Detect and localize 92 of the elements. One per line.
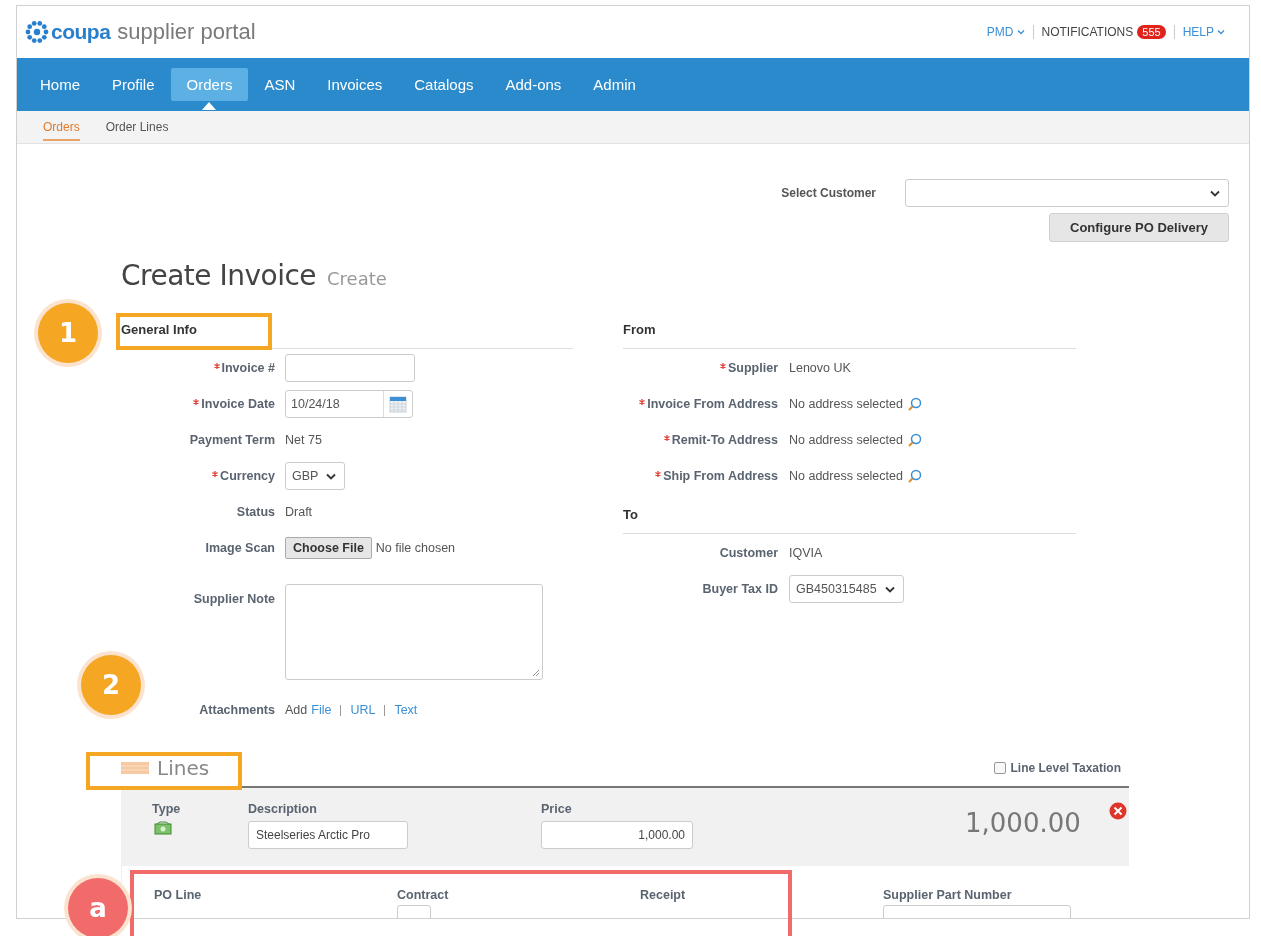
chevron-icon bbox=[1016, 29, 1025, 35]
field-label: Invoice Date bbox=[201, 397, 275, 411]
field-label: Currency bbox=[220, 469, 275, 483]
nav-tab[interactable]: Invoices bbox=[311, 68, 399, 101]
add-text: Add bbox=[285, 703, 308, 717]
field-label: Image Scan bbox=[205, 541, 275, 555]
line-total: 1,000.00 bbox=[965, 808, 1081, 838]
attachment-link[interactable]: URL bbox=[350, 703, 376, 717]
calendar-icon[interactable] bbox=[389, 395, 407, 413]
note-field[interactable] bbox=[285, 584, 543, 680]
nav-tab[interactable]: Catalogs bbox=[398, 68, 490, 101]
field-value: Net 75 bbox=[285, 433, 322, 447]
chevron-icon bbox=[1217, 29, 1225, 35]
field-value: No address selected bbox=[789, 397, 903, 411]
field-label: Supplier bbox=[728, 361, 778, 375]
field-value: IQVIA bbox=[789, 546, 823, 560]
logo-icon bbox=[25, 20, 49, 44]
magnifier-icon[interactable] bbox=[906, 396, 922, 412]
callout-badge: 1 bbox=[38, 303, 98, 363]
field-value: Draft bbox=[285, 505, 313, 519]
field-label: Ship From Address bbox=[663, 469, 778, 483]
field-value: Lenovo UK bbox=[789, 361, 851, 375]
select-field[interactable]: GBP bbox=[285, 462, 346, 490]
required-icon bbox=[655, 471, 662, 477]
column-label: PO Line bbox=[154, 888, 203, 902]
select-field[interactable]: GB450315485 bbox=[789, 575, 904, 603]
required-icon bbox=[212, 471, 219, 477]
magnifier-icon[interactable] bbox=[906, 432, 922, 448]
lines-icon bbox=[121, 762, 149, 774]
field-label: Invoice From Address bbox=[647, 397, 778, 411]
column-label: Supplier Part Number bbox=[883, 888, 1013, 902]
file-status: No file chosen bbox=[375, 541, 456, 555]
section-heading: General Info bbox=[121, 322, 197, 337]
required-icon bbox=[720, 363, 726, 369]
callout-badge: 2 bbox=[81, 655, 141, 715]
caret-icon bbox=[884, 585, 895, 593]
nav-tab[interactable]: ASN bbox=[248, 68, 312, 101]
help-menu[interactable]: HELP bbox=[1182, 25, 1225, 39]
magnifier-icon[interactable] bbox=[906, 468, 922, 484]
field-label: Invoice # bbox=[221, 361, 275, 375]
required-icon bbox=[213, 363, 220, 369]
price-field[interactable]: 1,000.00 bbox=[541, 821, 693, 849]
notifications-link[interactable]: NOTIFICATIONS bbox=[1041, 25, 1134, 39]
required-icon bbox=[663, 435, 670, 441]
field-label: Supplier Note bbox=[193, 592, 275, 606]
nav-tab[interactable]: Home bbox=[24, 68, 96, 101]
caret-icon bbox=[326, 472, 337, 480]
remove-icon[interactable] bbox=[1108, 802, 1127, 820]
nav-tab[interactable]: Admin bbox=[577, 68, 652, 101]
nav-tab[interactable]: Profile bbox=[96, 68, 171, 101]
notification-badge: 555 bbox=[1137, 25, 1166, 39]
section-heading: To bbox=[623, 507, 638, 522]
section-heading: Lines bbox=[157, 756, 210, 780]
field-label: Select Customer bbox=[781, 186, 876, 200]
field-value: No address selected bbox=[789, 469, 903, 483]
field-label: Remit-To Address bbox=[671, 433, 778, 447]
user-menu[interactable]: PMD bbox=[986, 25, 1025, 39]
attachment-link[interactable]: Text bbox=[394, 703, 418, 717]
cash-icon bbox=[154, 821, 172, 835]
column-label: Description bbox=[248, 802, 318, 816]
date-field[interactable]: 10/24/18 bbox=[285, 390, 413, 418]
column-label: Contract bbox=[397, 888, 450, 902]
resize-handle-icon[interactable] bbox=[532, 669, 540, 677]
attachment-link[interactable]: File bbox=[311, 703, 332, 717]
required-icon bbox=[193, 399, 200, 405]
choose-file-button[interactable]: Choose File bbox=[285, 537, 372, 559]
column-label: Price bbox=[541, 802, 573, 816]
field-label: Status bbox=[236, 505, 275, 519]
field-label: Buyer Tax ID bbox=[702, 582, 778, 596]
field-label: Customer bbox=[719, 546, 778, 560]
field-label: Payment Term bbox=[189, 433, 275, 447]
page-subtitle: Create bbox=[327, 268, 387, 289]
logo-product: supplier portal bbox=[117, 19, 256, 45]
field-value: No address selected bbox=[789, 433, 903, 447]
subnav-tab[interactable]: Order Lines bbox=[105, 113, 169, 141]
field-label: Attachments bbox=[199, 703, 275, 717]
logo-brand: coupa bbox=[51, 20, 111, 44]
column-label: Type bbox=[152, 802, 181, 816]
customer-select[interactable] bbox=[905, 179, 1229, 207]
checkbox-label: Line Level Taxation bbox=[1010, 761, 1121, 775]
input-field[interactable] bbox=[285, 354, 415, 382]
subnav-tab[interactable]: Orders bbox=[43, 113, 80, 141]
page-title: Create Invoice bbox=[121, 259, 317, 292]
checkbox[interactable] bbox=[993, 762, 1006, 774]
configure-button[interactable]: Configure PO Delivery bbox=[1049, 213, 1229, 242]
required-icon bbox=[639, 399, 646, 405]
section-heading: From bbox=[623, 322, 656, 337]
caret-icon bbox=[1210, 189, 1220, 197]
description-field[interactable]: Steelseries Arctic Pro bbox=[248, 821, 408, 849]
nav-tab[interactable]: Add-ons bbox=[489, 68, 578, 101]
callout-badge: a bbox=[68, 878, 128, 936]
column-label: Receipt bbox=[640, 888, 687, 902]
